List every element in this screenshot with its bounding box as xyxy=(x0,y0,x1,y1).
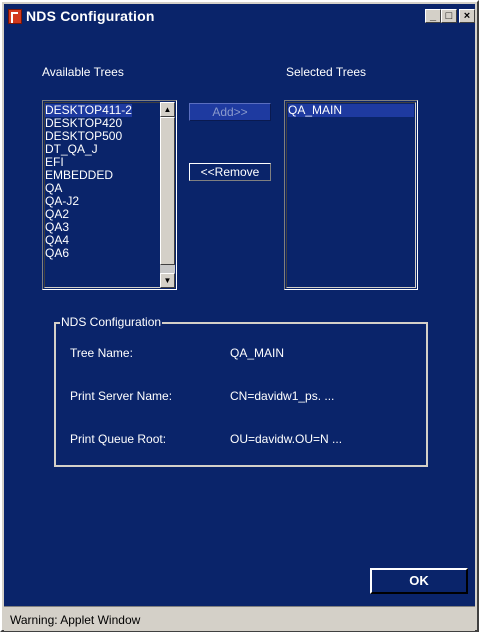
status-bar: Warning: Applet Window xyxy=(4,606,475,631)
dialog-body: Available Trees Selected Trees DESKTOP41… xyxy=(4,30,475,606)
scroll-up-icon[interactable]: ▲ xyxy=(160,102,175,117)
minimize-icon[interactable]: _ xyxy=(425,9,441,23)
applet-window: NDS Configuration _ □ × Available Trees … xyxy=(0,0,479,632)
tree-name-value: QA_MAIN xyxy=(230,346,285,360)
scroll-thumb[interactable] xyxy=(160,117,175,265)
available-trees-label: Available Trees xyxy=(42,65,124,79)
print-queue-root-label: Print Queue Root: xyxy=(70,432,167,446)
tree-name-label: Tree Name: xyxy=(70,346,133,360)
ok-button[interactable]: OK xyxy=(370,568,468,594)
close-icon[interactable]: × xyxy=(459,9,475,23)
selected-trees-label: Selected Trees xyxy=(286,65,367,79)
scroll-down-icon[interactable]: ▼ xyxy=(160,273,175,288)
applet-warning-text: Warning: Applet Window xyxy=(10,613,141,627)
window-title: NDS Configuration xyxy=(26,8,155,24)
maximize-icon[interactable]: □ xyxy=(441,9,457,23)
available-trees-scrollbar[interactable]: ▲ ▼ xyxy=(160,102,175,288)
list-item[interactable]: QA_MAIN xyxy=(288,104,414,117)
available-trees-list[interactable]: DESKTOP411-2 DESKTOP420 DESKTOP500 DT_QA… xyxy=(42,100,177,290)
print-queue-root-value: OU=davidw.OU=N ... xyxy=(230,432,343,446)
list-item[interactable]: QA6 xyxy=(45,247,69,260)
selected-trees-list-frame xyxy=(286,102,416,288)
nds-configuration-group-title: NDS Configuration xyxy=(60,315,163,329)
add-button[interactable]: Add>> xyxy=(189,103,271,121)
java-app-icon xyxy=(8,9,22,24)
title-bar[interactable]: NDS Configuration _ □ × xyxy=(4,4,475,30)
remove-button[interactable]: <<Remove xyxy=(189,163,271,181)
print-server-name-label: Print Server Name: xyxy=(70,389,173,403)
selected-trees-list[interactable]: QA_MAIN xyxy=(284,100,418,290)
print-server-name-value: CN=davidw1_ps. ... xyxy=(230,389,335,403)
